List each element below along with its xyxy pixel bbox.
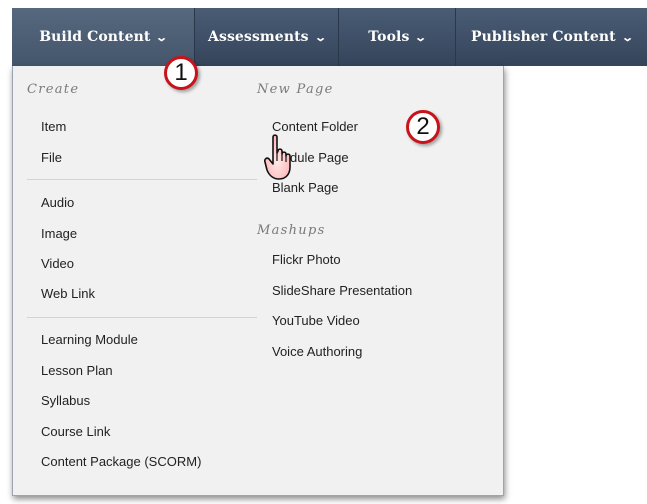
build-content-menu-button[interactable]: Build Content ⌄ [12,8,195,66]
menu-item-voice-authoring[interactable]: Voice Authoring [272,344,362,359]
callout-step-1: 1 [164,56,198,90]
menu-item-lesson-plan[interactable]: Lesson Plan [41,363,113,378]
chevron-down-icon: ⌄ [414,30,428,44]
divider [27,317,257,318]
callout-step-2: 2 [406,110,440,144]
new-page-heading: New Page [257,82,334,97]
assessments-menu-button[interactable]: Assessments ⌄ [195,8,339,66]
menu-item-content-folder[interactable]: Content Folder [272,119,358,134]
tools-label: Tools [368,29,410,45]
mashups-heading: Mashups [257,223,326,238]
chevron-down-icon: ⌄ [313,30,327,44]
create-heading: Create [27,82,80,97]
chevron-down-icon: ⌄ [155,30,169,44]
publisher-content-label: Publisher Content [470,29,616,45]
menu-item-learning-module[interactable]: Learning Module [41,332,138,347]
menu-item-video[interactable]: Video [41,256,74,271]
menu-item-course-link[interactable]: Course Link [41,424,110,439]
assessments-label: Assessments [208,29,309,45]
menu-item-content-package-scorm[interactable]: Content Package (SCORM) [41,454,201,469]
menu-item-youtube-video[interactable]: YouTube Video [272,313,360,328]
menu-item-syllabus[interactable]: Syllabus [41,393,90,408]
menu-item-image[interactable]: Image [41,226,77,241]
menu-item-slideshare-presentation[interactable]: SlideShare Presentation [272,283,412,298]
menu-item-audio[interactable]: Audio [41,195,74,210]
menu-item-web-link[interactable]: Web Link [41,286,95,301]
course-menu-bar: Build Content ⌄ Assessments ⌄ Tools ⌄ Pu… [12,8,647,66]
divider [27,179,257,180]
chevron-down-icon: ⌄ [620,30,634,44]
publisher-content-menu-button[interactable]: Publisher Content ⌄ [456,8,647,66]
build-content-label: Build Content [39,29,151,45]
menu-item-file[interactable]: File [41,150,62,165]
menu-item-flickr-photo[interactable]: Flickr Photo [272,252,341,267]
hand-pointer-icon [264,134,291,180]
tools-menu-button[interactable]: Tools ⌄ [339,8,456,66]
menu-item-item[interactable]: Item [41,119,66,134]
